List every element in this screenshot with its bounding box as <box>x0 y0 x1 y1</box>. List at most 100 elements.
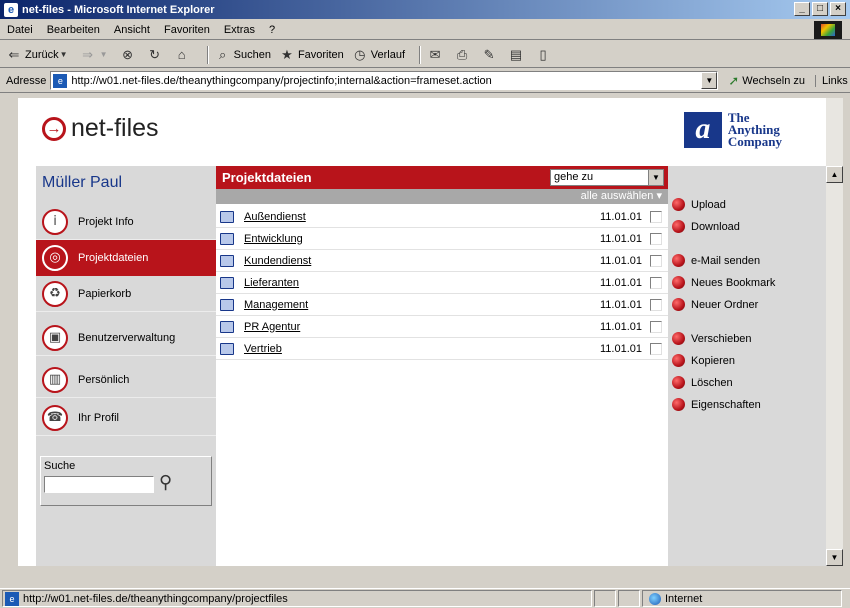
messenger-icon: ▯ <box>539 46 547 62</box>
nav-item-projekt-info[interactable]: i Projekt Info <box>36 204 216 240</box>
action-loeschen[interactable]: Löschen <box>672 376 733 389</box>
file-checkbox[interactable] <box>650 320 662 333</box>
minimize-button[interactable]: _ <box>794 2 810 16</box>
red-dot-icon <box>672 220 685 233</box>
chevron-down-icon[interactable]: ▼ <box>59 47 69 63</box>
select-all-link[interactable]: alle auswählen ▾ <box>216 189 668 204</box>
edit-button[interactable]: ✎ <box>481 47 500 63</box>
search-input[interactable] <box>44 476 154 493</box>
edit-icon: ✎ <box>483 46 495 62</box>
menu-ansicht[interactable]: Ansicht <box>107 24 157 36</box>
action-label: Verschieben <box>691 332 752 345</box>
back-button[interactable]: ⇐ Zurück ▼ <box>6 47 72 63</box>
file-link[interactable]: Lieferanten <box>244 277 299 289</box>
file-date: 11.01.01 <box>599 254 642 267</box>
file-link[interactable]: PR Agentur <box>244 321 300 333</box>
nav-item-projektdateien[interactable]: ◎ Projektdateien <box>36 240 216 276</box>
action-eigenschaften[interactable]: Eigenschaften <box>672 398 761 411</box>
toolbar-divider <box>206 45 209 64</box>
links-button[interactable]: Links <box>815 74 848 87</box>
file-checkbox[interactable] <box>650 254 662 267</box>
action-neuer-ordner[interactable]: Neuer Ordner <box>672 298 758 311</box>
toolbar-divider <box>419 45 422 64</box>
nav-item-benutzerverwaltung[interactable]: ▣ Benutzerverwaltung <box>36 320 216 356</box>
action-neues-bookmark[interactable]: Neues Bookmark <box>672 276 775 289</box>
status-bar: e http://w01.net-files.de/theanythingcom… <box>0 588 850 608</box>
menu-extras[interactable]: Extras <box>217 24 262 36</box>
red-dot-icon <box>672 276 685 289</box>
file-checkbox[interactable] <box>650 276 662 289</box>
file-link[interactable]: Kundendienst <box>244 255 311 267</box>
company-line3: Company <box>727 134 782 149</box>
refresh-button[interactable]: ↻ <box>147 47 166 63</box>
action-label: Neues Bookmark <box>691 276 776 289</box>
action-email-senden[interactable]: e-Mail senden <box>672 254 760 267</box>
go-button[interactable]: ➚ Wechseln zu <box>728 73 805 89</box>
status-url: e http://w01.net-files.de/theanythingcom… <box>2 590 592 607</box>
status-zone: Internet <box>642 590 842 607</box>
home-icon: ⌂ <box>177 46 186 62</box>
stop-button[interactable]: ⊗ <box>120 47 139 63</box>
nav-item-papierkorb[interactable]: ♻ Papierkorb <box>36 276 216 312</box>
favorites-button[interactable]: ★ Favoriten <box>279 47 344 63</box>
file-checkbox[interactable] <box>650 342 662 355</box>
nav-label: Projektdateien <box>78 252 149 264</box>
file-checkbox[interactable] <box>650 210 662 223</box>
messenger-button[interactable]: ▯ <box>535 47 554 63</box>
action-download[interactable]: Download <box>672 220 740 233</box>
mail-button[interactable]: ✉ <box>427 47 446 63</box>
ie-logo-icon: e <box>4 2 18 17</box>
scroll-up-button[interactable]: ▲ <box>826 166 843 183</box>
address-input[interactable]: e http://w01.net-files.de/theanythingcom… <box>50 71 719 90</box>
address-dropdown[interactable]: ▼ <box>701 72 718 89</box>
menu-datei[interactable]: Datei <box>0 24 40 36</box>
file-row: Management 11.01.01 <box>216 294 668 316</box>
status-cell <box>618 590 640 607</box>
browser-window: e net-files - Microsoft Internet Explore… <box>0 0 850 608</box>
file-row: Außendienst 11.01.01 <box>216 206 668 228</box>
goto-select[interactable]: gehe zu ▼ <box>550 169 664 186</box>
chevron-down-icon[interactable]: ▼ <box>648 170 663 185</box>
file-checkbox[interactable] <box>650 232 662 245</box>
file-link[interactable]: Vertrieb <box>244 343 282 355</box>
close-button[interactable]: × <box>830 2 846 16</box>
folder-icon <box>220 254 234 267</box>
forward-button[interactable]: ⇒ ▼ <box>80 47 112 63</box>
refresh-icon: ↻ <box>149 46 161 62</box>
action-verschieben[interactable]: Verschieben <box>672 332 752 345</box>
nav-label: Papierkorb <box>78 287 132 300</box>
files-panel: Projektdateien gehe zu ▼ alle auswählen … <box>216 166 668 566</box>
red-dot-icon <box>672 254 685 267</box>
file-link[interactable]: Management <box>244 299 308 311</box>
discuss-button[interactable]: ▤ <box>508 47 527 63</box>
file-date: 11.01.01 <box>599 298 642 311</box>
action-upload[interactable]: Upload <box>672 198 726 211</box>
home-button[interactable]: ⌂ <box>174 47 193 63</box>
magnifier-icon[interactable]: ⚲ <box>159 472 172 493</box>
menu-favoriten[interactable]: Favoriten <box>157 24 217 36</box>
menu-help[interactable]: ? <box>262 24 282 36</box>
back-arrow-icon: ⇐ <box>8 46 20 62</box>
search-button[interactable]: ⌕ Suchen <box>215 47 271 63</box>
arrow-circle-icon: → <box>42 116 66 141</box>
nav-item-ihr-profil[interactable]: ☎ Ihr Profil <box>36 400 216 436</box>
file-checkbox[interactable] <box>650 298 662 311</box>
file-link[interactable]: Außendienst <box>244 211 306 223</box>
scroll-down-button[interactable]: ▼ <box>826 549 843 566</box>
file-link[interactable]: Entwicklung <box>244 233 303 245</box>
print-button[interactable]: ⎙ <box>454 47 473 63</box>
maximize-button[interactable]: □ <box>812 2 828 16</box>
menu-bearbeiten[interactable]: Bearbeiten <box>40 24 107 36</box>
chevron-down-icon[interactable]: ▼ <box>99 47 109 63</box>
discuss-icon: ▤ <box>509 46 523 62</box>
windows-logo-icon <box>814 21 842 39</box>
page-viewport: → net-files a The Anything Company Mülle… <box>18 98 826 566</box>
history-label: Verlauf <box>370 48 406 61</box>
history-button[interactable]: ◷ Verlauf <box>352 47 405 63</box>
search-box-label: Suche <box>44 460 76 472</box>
folder-icon <box>220 342 234 355</box>
vertical-scrollbar[interactable]: ▲ ▼ <box>826 98 843 566</box>
nav-item-persoenlich[interactable]: ▥ Persönlich <box>36 362 216 398</box>
action-kopieren[interactable]: Kopieren <box>672 354 735 367</box>
status-cell <box>594 590 616 607</box>
